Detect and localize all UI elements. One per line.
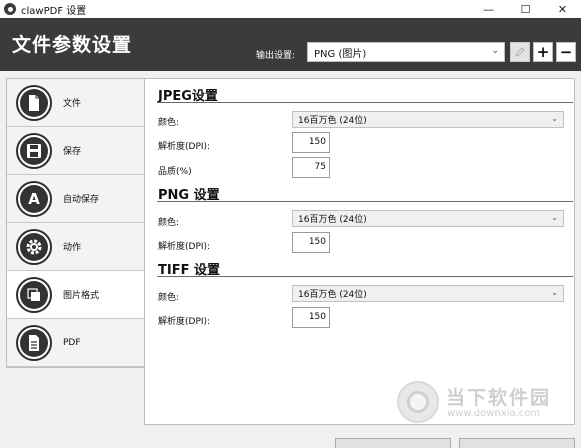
jpeg-dpi-input[interactable]: 150: [292, 132, 330, 153]
watermark-url: www.downxia.com: [447, 408, 541, 419]
divider: [157, 102, 573, 103]
image-stack-icon: [20, 280, 48, 309]
image-format-settings-panel: JPEG设置 颜色: 16百万色 (24位) ⌄ 解析度(DPI): 150 品…: [144, 78, 575, 425]
sidebar: 文件 保存 A 自动保存 动作 图片格式 PDF: [6, 78, 144, 368]
nav-icon-frame: A: [16, 180, 52, 217]
tiff-dpi-label: 解析度(DPI):: [158, 317, 211, 327]
minimize-button[interactable]: —: [470, 0, 507, 18]
sidebar-item-auto-save[interactable]: A 自动保存: [7, 175, 144, 223]
bottom-action-button[interactable]: [459, 438, 575, 448]
window-title: clawPDF 设置: [21, 5, 87, 17]
nav-icon-frame: [16, 276, 52, 313]
bottom-action-button[interactable]: [335, 438, 451, 448]
chevron-down-icon: ⌄: [551, 288, 558, 297]
sidebar-item-pdf[interactable]: PDF: [7, 319, 144, 367]
png-color-label: 颜色:: [158, 218, 180, 228]
sidebar-item-image-formats[interactable]: 图片格式: [7, 271, 144, 319]
sidebar-item-document[interactable]: 文件: [7, 79, 144, 127]
sidebar-item-actions[interactable]: 动作: [7, 223, 144, 271]
settings-header: 文件参数设置 输出设置: PNG (图片) ⌄ + −: [0, 18, 581, 71]
app-logo-icon: [4, 3, 16, 15]
minus-icon: −: [559, 43, 573, 61]
close-icon: ✕: [557, 2, 568, 16]
window-controls: — ☐ ✕: [470, 0, 581, 18]
nav-icon-frame: [16, 228, 52, 265]
sidebar-item-label: 保存: [63, 147, 82, 157]
nav-icon-frame: [16, 324, 52, 361]
divider: [157, 276, 573, 277]
jpeg-quality-label: 品质(%): [158, 167, 192, 177]
nav-icon-frame: [16, 132, 52, 169]
auto-save-a-icon: A: [20, 184, 48, 213]
chevron-down-icon: ⌄: [551, 213, 558, 222]
jpeg-quality-input[interactable]: 75: [292, 157, 330, 178]
title-bar: clawPDF 设置 — ☐ ✕: [0, 0, 581, 18]
profile-label: 输出设置:: [256, 51, 296, 61]
sidebar-item-label: 动作: [63, 243, 82, 253]
floppy-disk-icon: [20, 136, 48, 165]
minimize-icon: —: [483, 2, 494, 16]
add-profile-button[interactable]: +: [533, 42, 553, 62]
divider: [157, 201, 573, 202]
profile-select[interactable]: PNG (图片) ⌄: [307, 42, 505, 62]
sidebar-item-label: 图片格式: [63, 291, 100, 301]
plus-icon: +: [536, 43, 550, 61]
document-icon: [20, 88, 48, 117]
rename-profile-button[interactable]: [510, 42, 530, 62]
sidebar-item-label: 自动保存: [63, 195, 100, 205]
remove-profile-button[interactable]: −: [556, 42, 576, 62]
page-title: 文件参数设置: [12, 34, 133, 56]
png-color-value: 16百万色 (24位): [298, 215, 367, 225]
nav-icon-frame: [16, 84, 52, 121]
maximize-button[interactable]: ☐: [507, 0, 544, 18]
jpeg-color-label: 颜色:: [158, 118, 180, 128]
gear-icon: [20, 232, 48, 261]
tiff-color-select[interactable]: 16百万色 (24位) ⌄: [292, 285, 564, 302]
watermark-name: 当下软件园: [446, 387, 552, 409]
chevron-down-icon: ⌄: [551, 114, 558, 123]
maximize-icon: ☐: [520, 2, 531, 16]
chevron-down-icon: ⌄: [491, 46, 499, 56]
png-dpi-input[interactable]: 150: [292, 232, 330, 253]
sidebar-item-label: 文件: [63, 99, 82, 109]
sidebar-item-save[interactable]: 保存: [7, 127, 144, 175]
watermark-logo-icon: [397, 381, 439, 423]
png-dpi-label: 解析度(DPI):: [158, 242, 211, 252]
close-button[interactable]: ✕: [544, 0, 581, 18]
sidebar-item-label: PDF: [63, 337, 81, 348]
tiff-dpi-input[interactable]: 150: [292, 307, 330, 328]
jpeg-color-select[interactable]: 16百万色 (24位) ⌄: [292, 111, 564, 128]
jpeg-color-value: 16百万色 (24位): [298, 116, 367, 126]
pencil-icon: [515, 47, 525, 57]
pdf-document-icon: [20, 328, 48, 357]
profile-select-value: PNG (图片): [314, 48, 367, 60]
tiff-color-value: 16百万色 (24位): [298, 290, 367, 300]
tiff-color-label: 颜色:: [158, 293, 180, 303]
png-color-select[interactable]: 16百万色 (24位) ⌄: [292, 210, 564, 227]
jpeg-dpi-label: 解析度(DPI):: [158, 142, 211, 152]
